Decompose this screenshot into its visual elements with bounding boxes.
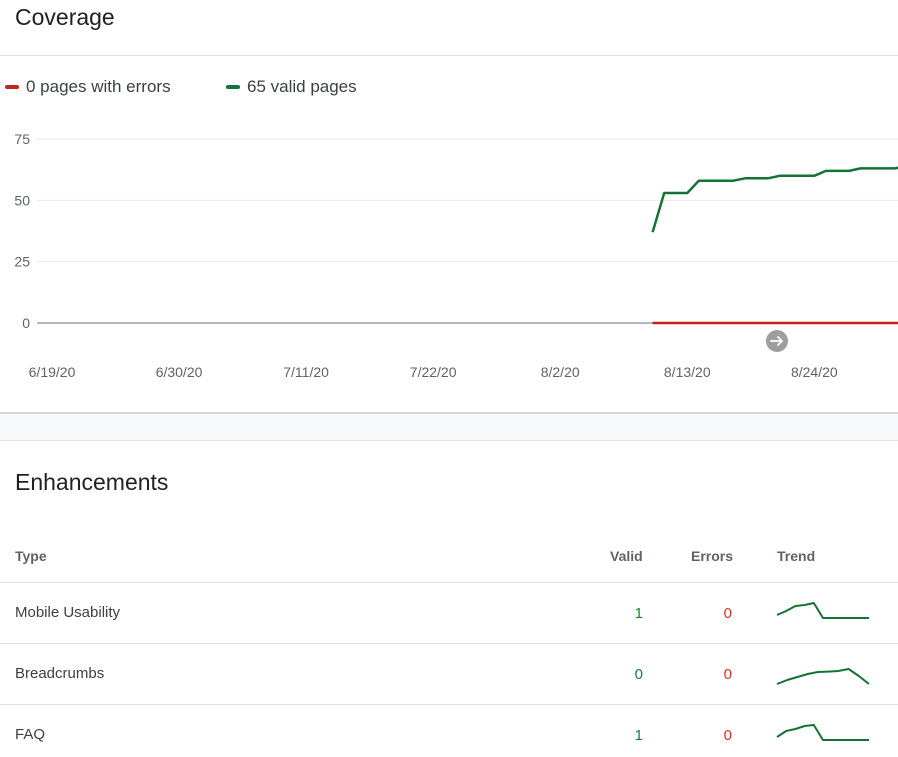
row-divider <box>0 704 898 705</box>
row-trend-sparkline <box>776 724 869 741</box>
row-divider <box>0 643 898 644</box>
legend-errors-label: 0 pages with errors <box>26 77 171 96</box>
column-header-errors[interactable]: Errors <box>691 548 733 564</box>
legend-errors-swatch <box>5 85 19 89</box>
row-type: Mobile Usability <box>15 604 121 621</box>
x-tick-label: 7/22/20 <box>410 364 457 380</box>
x-tick-label: 6/19/20 <box>29 364 76 380</box>
y-tick-label: 25 <box>14 254 30 270</box>
coverage-divider <box>0 55 898 56</box>
section-separator <box>0 412 898 441</box>
x-tick-label: 8/13/20 <box>664 364 711 380</box>
legend-valid[interactable]: 65 valid pages <box>226 76 357 98</box>
x-tick-label: 6/30/20 <box>156 364 203 380</box>
x-tick-label: 8/24/20 <box>791 364 838 380</box>
series-valid-line <box>651 166 898 233</box>
enhancements-title: Enhancements <box>15 469 169 495</box>
row-error-count: 0 <box>723 605 732 622</box>
x-tick-label: 8/2/20 <box>541 364 580 380</box>
legend-errors[interactable]: 0 pages with errors <box>5 76 171 98</box>
row-error-count: 0 <box>723 666 732 683</box>
legend-valid-label: 65 valid pages <box>247 77 357 96</box>
arrow-right-icon[interactable] <box>766 330 788 352</box>
column-header-trend: Trend <box>777 548 816 564</box>
row-trend-sparkline <box>776 602 869 619</box>
x-tick-label: 7/11/20 <box>283 364 329 380</box>
legend-valid-swatch <box>226 85 240 89</box>
row-type: Breadcrumbs <box>15 665 105 682</box>
sparkline-line <box>776 602 869 619</box>
y-tick-label: 0 <box>22 315 30 331</box>
row-valid-count: 1 <box>634 605 643 622</box>
column-header-valid[interactable]: Valid <box>610 548 643 564</box>
row-valid-count: 1 <box>634 727 643 744</box>
row-trend-sparkline <box>776 668 870 685</box>
column-header-type[interactable]: Type <box>15 548 47 564</box>
coverage-card: Coverage 0 pages with errors 65 valid pa… <box>0 0 898 412</box>
coverage-chart: 75 50 25 0 6/19/20 6/30/20 7/11/20 7/22/20 8/2/2… <box>14 131 898 380</box>
y-tick-label: 50 <box>14 192 30 208</box>
row-type: FAQ <box>15 726 46 743</box>
row-error-count: 0 <box>723 727 732 744</box>
coverage-title: Coverage <box>15 4 115 30</box>
sparkline-line <box>776 724 869 741</box>
sparkline-line <box>776 668 870 685</box>
row-valid-count: 0 <box>634 666 643 683</box>
y-tick-label: 75 <box>14 131 30 147</box>
header-divider <box>0 582 898 583</box>
